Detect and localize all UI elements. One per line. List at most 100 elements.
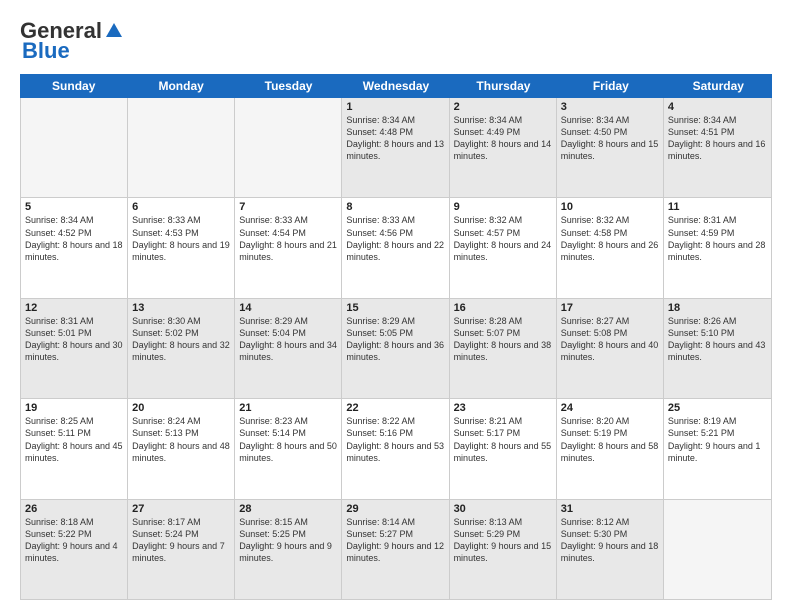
day-info: Sunrise: 8:34 AMSunset: 4:51 PMDaylight:… — [668, 114, 767, 163]
day-info: Sunrise: 8:26 AMSunset: 5:10 PMDaylight:… — [668, 315, 767, 364]
logo: General Blue — [20, 18, 124, 64]
day-info: Sunrise: 8:23 AMSunset: 5:14 PMDaylight:… — [239, 415, 337, 464]
logo-blue-text: Blue — [20, 38, 70, 64]
day-info: Sunrise: 8:12 AMSunset: 5:30 PMDaylight:… — [561, 516, 659, 565]
day-number: 2 — [454, 101, 552, 113]
day-info: Sunrise: 8:33 AMSunset: 4:56 PMDaylight:… — [346, 214, 444, 263]
day-header-wednesday: Wednesday — [342, 74, 449, 98]
day-number: 10 — [561, 201, 659, 213]
calendar-cell: 19Sunrise: 8:25 AMSunset: 5:11 PMDayligh… — [21, 399, 128, 498]
day-info: Sunrise: 8:18 AMSunset: 5:22 PMDaylight:… — [25, 516, 123, 565]
day-number: 22 — [346, 402, 444, 414]
calendar-body: 1Sunrise: 8:34 AMSunset: 4:48 PMDaylight… — [20, 98, 772, 600]
calendar-cell: 4Sunrise: 8:34 AMSunset: 4:51 PMDaylight… — [664, 98, 771, 197]
calendar-cell: 18Sunrise: 8:26 AMSunset: 5:10 PMDayligh… — [664, 299, 771, 398]
day-number: 17 — [561, 302, 659, 314]
calendar-row-1: 1Sunrise: 8:34 AMSunset: 4:48 PMDaylight… — [21, 98, 771, 198]
logo-icon — [104, 21, 124, 41]
day-number: 21 — [239, 402, 337, 414]
day-number: 18 — [668, 302, 767, 314]
day-number: 25 — [668, 402, 767, 414]
day-number: 12 — [25, 302, 123, 314]
day-number: 14 — [239, 302, 337, 314]
day-number: 30 — [454, 503, 552, 515]
day-info: Sunrise: 8:34 AMSunset: 4:49 PMDaylight:… — [454, 114, 552, 163]
calendar-cell: 28Sunrise: 8:15 AMSunset: 5:25 PMDayligh… — [235, 500, 342, 599]
day-number: 16 — [454, 302, 552, 314]
day-info: Sunrise: 8:14 AMSunset: 5:27 PMDaylight:… — [346, 516, 444, 565]
day-number: 4 — [668, 101, 767, 113]
day-info: Sunrise: 8:31 AMSunset: 5:01 PMDaylight:… — [25, 315, 123, 364]
page: General Blue SundayMondayTuesdayWednesda… — [0, 0, 792, 612]
calendar-cell: 1Sunrise: 8:34 AMSunset: 4:48 PMDaylight… — [342, 98, 449, 197]
day-header-saturday: Saturday — [665, 74, 772, 98]
calendar-cell: 26Sunrise: 8:18 AMSunset: 5:22 PMDayligh… — [21, 500, 128, 599]
calendar-cell: 8Sunrise: 8:33 AMSunset: 4:56 PMDaylight… — [342, 198, 449, 297]
day-header-monday: Monday — [127, 74, 234, 98]
day-number: 9 — [454, 201, 552, 213]
calendar-cell: 13Sunrise: 8:30 AMSunset: 5:02 PMDayligh… — [128, 299, 235, 398]
day-info: Sunrise: 8:32 AMSunset: 4:58 PMDaylight:… — [561, 214, 659, 263]
day-number: 29 — [346, 503, 444, 515]
day-info: Sunrise: 8:19 AMSunset: 5:21 PMDaylight:… — [668, 415, 767, 464]
day-number: 7 — [239, 201, 337, 213]
calendar-cell: 3Sunrise: 8:34 AMSunset: 4:50 PMDaylight… — [557, 98, 664, 197]
day-number: 24 — [561, 402, 659, 414]
calendar-cell: 25Sunrise: 8:19 AMSunset: 5:21 PMDayligh… — [664, 399, 771, 498]
calendar-cell: 20Sunrise: 8:24 AMSunset: 5:13 PMDayligh… — [128, 399, 235, 498]
day-number: 8 — [346, 201, 444, 213]
day-info: Sunrise: 8:22 AMSunset: 5:16 PMDaylight:… — [346, 415, 444, 464]
day-info: Sunrise: 8:30 AMSunset: 5:02 PMDaylight:… — [132, 315, 230, 364]
calendar-cell: 2Sunrise: 8:34 AMSunset: 4:49 PMDaylight… — [450, 98, 557, 197]
calendar-cell: 14Sunrise: 8:29 AMSunset: 5:04 PMDayligh… — [235, 299, 342, 398]
day-header-tuesday: Tuesday — [235, 74, 342, 98]
day-info: Sunrise: 8:29 AMSunset: 5:04 PMDaylight:… — [239, 315, 337, 364]
day-info: Sunrise: 8:32 AMSunset: 4:57 PMDaylight:… — [454, 214, 552, 263]
day-number: 5 — [25, 201, 123, 213]
calendar-row-5: 26Sunrise: 8:18 AMSunset: 5:22 PMDayligh… — [21, 500, 771, 599]
day-number: 19 — [25, 402, 123, 414]
calendar-cell: 6Sunrise: 8:33 AMSunset: 4:53 PMDaylight… — [128, 198, 235, 297]
day-header-thursday: Thursday — [450, 74, 557, 98]
calendar-cell: 10Sunrise: 8:32 AMSunset: 4:58 PMDayligh… — [557, 198, 664, 297]
day-info: Sunrise: 8:25 AMSunset: 5:11 PMDaylight:… — [25, 415, 123, 464]
calendar-cell: 7Sunrise: 8:33 AMSunset: 4:54 PMDaylight… — [235, 198, 342, 297]
day-info: Sunrise: 8:28 AMSunset: 5:07 PMDaylight:… — [454, 315, 552, 364]
day-number: 26 — [25, 503, 123, 515]
header: General Blue — [20, 18, 772, 64]
day-info: Sunrise: 8:27 AMSunset: 5:08 PMDaylight:… — [561, 315, 659, 364]
day-number: 20 — [132, 402, 230, 414]
calendar-cell — [664, 500, 771, 599]
calendar-cell: 21Sunrise: 8:23 AMSunset: 5:14 PMDayligh… — [235, 399, 342, 498]
calendar-cell: 31Sunrise: 8:12 AMSunset: 5:30 PMDayligh… — [557, 500, 664, 599]
calendar-cell: 12Sunrise: 8:31 AMSunset: 5:01 PMDayligh… — [21, 299, 128, 398]
day-number: 23 — [454, 402, 552, 414]
calendar-cell: 30Sunrise: 8:13 AMSunset: 5:29 PMDayligh… — [450, 500, 557, 599]
day-info: Sunrise: 8:24 AMSunset: 5:13 PMDaylight:… — [132, 415, 230, 464]
calendar-cell: 27Sunrise: 8:17 AMSunset: 5:24 PMDayligh… — [128, 500, 235, 599]
day-header-sunday: Sunday — [20, 74, 127, 98]
day-number: 27 — [132, 503, 230, 515]
calendar-cell: 11Sunrise: 8:31 AMSunset: 4:59 PMDayligh… — [664, 198, 771, 297]
calendar: SundayMondayTuesdayWednesdayThursdayFrid… — [20, 74, 772, 600]
calendar-cell: 24Sunrise: 8:20 AMSunset: 5:19 PMDayligh… — [557, 399, 664, 498]
day-number: 11 — [668, 201, 767, 213]
day-info: Sunrise: 8:15 AMSunset: 5:25 PMDaylight:… — [239, 516, 337, 565]
calendar-cell — [21, 98, 128, 197]
day-number: 31 — [561, 503, 659, 515]
calendar-cell — [235, 98, 342, 197]
day-info: Sunrise: 8:20 AMSunset: 5:19 PMDaylight:… — [561, 415, 659, 464]
calendar-row-4: 19Sunrise: 8:25 AMSunset: 5:11 PMDayligh… — [21, 399, 771, 499]
calendar-cell: 9Sunrise: 8:32 AMSunset: 4:57 PMDaylight… — [450, 198, 557, 297]
calendar-cell: 15Sunrise: 8:29 AMSunset: 5:05 PMDayligh… — [342, 299, 449, 398]
day-info: Sunrise: 8:33 AMSunset: 4:53 PMDaylight:… — [132, 214, 230, 263]
day-number: 1 — [346, 101, 444, 113]
day-info: Sunrise: 8:21 AMSunset: 5:17 PMDaylight:… — [454, 415, 552, 464]
day-info: Sunrise: 8:13 AMSunset: 5:29 PMDaylight:… — [454, 516, 552, 565]
calendar-row-3: 12Sunrise: 8:31 AMSunset: 5:01 PMDayligh… — [21, 299, 771, 399]
day-info: Sunrise: 8:34 AMSunset: 4:50 PMDaylight:… — [561, 114, 659, 163]
calendar-cell: 29Sunrise: 8:14 AMSunset: 5:27 PMDayligh… — [342, 500, 449, 599]
day-info: Sunrise: 8:17 AMSunset: 5:24 PMDaylight:… — [132, 516, 230, 565]
calendar-cell — [128, 98, 235, 197]
day-info: Sunrise: 8:31 AMSunset: 4:59 PMDaylight:… — [668, 214, 767, 263]
